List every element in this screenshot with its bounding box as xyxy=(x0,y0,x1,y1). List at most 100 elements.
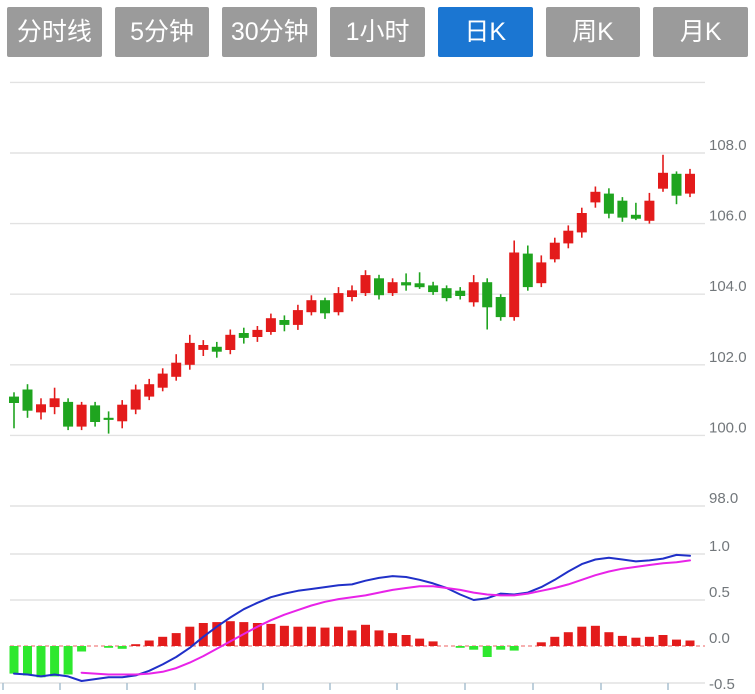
candle-body xyxy=(50,398,60,407)
candle-body xyxy=(631,215,641,219)
macd-bar xyxy=(321,628,330,646)
kline-chart[interactable]: 108.0106.0104.0102.0100.098.0 1.00.50.0-… xyxy=(0,0,755,694)
macd-bar xyxy=(293,627,302,646)
macd-bar xyxy=(618,636,627,646)
candle-body xyxy=(685,174,695,194)
macd-bar xyxy=(280,626,289,646)
macd-bar xyxy=(375,630,384,646)
macd-bar xyxy=(348,630,357,646)
macd-bar xyxy=(469,646,478,650)
macd-bar xyxy=(145,641,154,647)
candle-body xyxy=(23,390,33,411)
dif-line xyxy=(14,555,690,681)
candle-body xyxy=(158,374,168,388)
tab-timeframe-1[interactable]: 5分钟 xyxy=(115,7,210,57)
macd-bar xyxy=(550,637,559,646)
candle-body xyxy=(644,201,654,221)
macd-bar xyxy=(50,646,59,676)
candle-body xyxy=(590,192,600,203)
candle-body xyxy=(252,330,262,337)
macd-bar xyxy=(23,646,32,675)
macd-bar xyxy=(158,637,167,646)
candle-body xyxy=(361,275,371,293)
tab-timeframe-6[interactable]: 月K xyxy=(653,7,748,57)
candle-body xyxy=(266,318,276,332)
macd-bar xyxy=(185,627,194,646)
candle-body xyxy=(509,253,519,318)
candle-body xyxy=(496,297,506,317)
macd-axis-label: 1.0 xyxy=(709,538,730,555)
macd-bar xyxy=(266,624,275,646)
macd-bar xyxy=(64,646,73,675)
price-panel: 108.0106.0104.0102.0100.098.0 xyxy=(9,82,747,507)
price-axis-label: 100.0 xyxy=(709,419,747,436)
tab-timeframe-5[interactable]: 周K xyxy=(546,7,641,57)
candle-body xyxy=(293,310,303,325)
candle-body xyxy=(198,345,208,350)
candle-body xyxy=(131,390,141,410)
macd-axis-label: 0.0 xyxy=(709,630,730,647)
macd-bar xyxy=(10,646,19,674)
macd-bar xyxy=(604,632,613,646)
candle-body xyxy=(320,300,330,313)
tab-timeframe-0[interactable]: 分时线 xyxy=(7,7,102,57)
macd-bar xyxy=(564,632,573,646)
candle-body xyxy=(455,291,465,296)
timeframe-tabbar: 分时线 5分钟30分钟 1小时日K 周K月K xyxy=(7,7,748,57)
price-axis-label: 104.0 xyxy=(709,278,747,295)
candle-body xyxy=(617,201,627,218)
candle-body xyxy=(388,282,398,293)
candle-body xyxy=(171,363,181,377)
macd-bar xyxy=(118,646,127,649)
macd-bar xyxy=(334,627,343,646)
macd-bar xyxy=(510,646,519,651)
macd-panel: 1.0 0.5 0.0 -0.5 xyxy=(0,538,735,693)
candle-body xyxy=(523,254,533,288)
macd-bar xyxy=(631,638,640,646)
candle-body xyxy=(658,173,668,189)
candle-body xyxy=(117,405,127,422)
candle-body xyxy=(239,333,249,338)
tab-timeframe-2[interactable]: 30分钟 xyxy=(222,7,317,57)
candle-body xyxy=(185,343,195,365)
macd-axis-label: 0.5 xyxy=(709,584,730,601)
macd-bar xyxy=(537,642,546,646)
macd-bar xyxy=(361,625,370,646)
macd-bar xyxy=(645,637,654,646)
candle-body xyxy=(415,283,425,287)
candle-body xyxy=(672,174,682,196)
macd-bar xyxy=(415,639,424,646)
macd-bar xyxy=(456,646,465,648)
candle-body xyxy=(279,320,289,325)
tab-timeframe-4[interactable]: 日K xyxy=(438,7,533,57)
candle-body xyxy=(212,347,222,352)
macd-bar xyxy=(591,626,600,646)
candle-body xyxy=(36,404,46,412)
tab-timeframe-3[interactable]: 1小时 xyxy=(330,7,425,57)
candle-body xyxy=(63,402,73,427)
candle-body xyxy=(469,282,479,302)
macd-bar xyxy=(402,635,411,646)
price-axis-label: 106.0 xyxy=(709,208,747,225)
candle-body xyxy=(428,285,438,292)
macd-bar xyxy=(388,633,397,646)
macd-bar xyxy=(307,627,316,646)
candle-body xyxy=(104,418,114,420)
macd-axis-label: -0.5 xyxy=(709,676,735,693)
candle-body xyxy=(347,290,357,297)
candle-body xyxy=(144,384,154,396)
candle-body xyxy=(306,300,316,312)
macd-bar xyxy=(686,641,695,647)
price-axis-label: 98.0 xyxy=(709,490,738,507)
candle-body xyxy=(604,194,614,214)
candle-body xyxy=(563,231,573,244)
price-axis-label: 108.0 xyxy=(709,137,747,154)
candle-body xyxy=(442,288,452,298)
candle-body xyxy=(482,282,492,307)
candle-body xyxy=(536,262,546,283)
macd-bar xyxy=(172,633,181,646)
macd-bar xyxy=(104,646,113,648)
macd-bar xyxy=(429,641,438,646)
candle-body xyxy=(374,278,384,295)
candle-body xyxy=(577,213,587,232)
